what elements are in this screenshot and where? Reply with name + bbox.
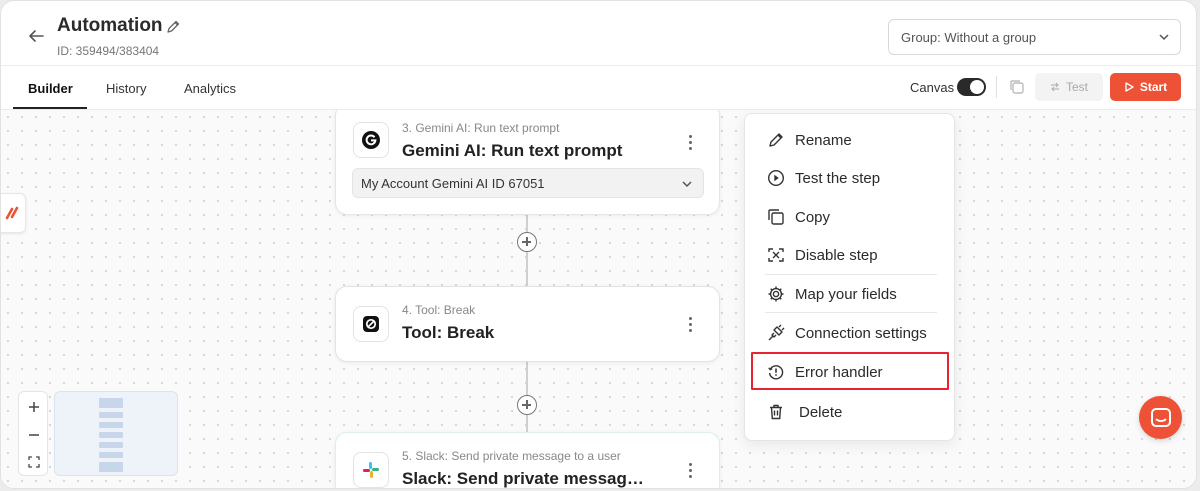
menu-item-label: Delete: [799, 403, 843, 421]
edit-title-icon[interactable]: [165, 19, 181, 35]
plus-icon: [29, 402, 39, 412]
swap-icon: [1050, 82, 1059, 92]
fit-view-icon: [28, 456, 40, 468]
zoom-controls: [18, 391, 48, 476]
minimap-node: [99, 462, 123, 472]
minimap-node: [99, 442, 123, 448]
menu-divider: [765, 312, 937, 313]
toggle-knob: [970, 80, 984, 94]
tab-analytics[interactable]: Analytics: [184, 81, 236, 96]
group-select-value: Group: Without a group: [901, 30, 1037, 45]
menu-item-error-handler[interactable]: Error handler: [767, 359, 883, 385]
step-context-menu: Rename Test the step Copy Disable step M…: [744, 113, 955, 441]
chevron-down-icon: [682, 181, 692, 188]
menu-item-label: Test the step: [795, 169, 881, 187]
header-divider: [1, 65, 1196, 66]
canvas-toggle[interactable]: [957, 78, 986, 96]
step-card-gemini[interactable]: 3. Gemini AI: Run text prompt Gemini AI:…: [335, 110, 720, 215]
account-select-value: My Account Gemini AI ID 67051: [361, 176, 545, 191]
automation-id: ID: 359494/383404: [57, 44, 160, 58]
workflow-canvas[interactable]: 3. Gemini AI: Run text prompt Gemini AI:…: [1, 110, 1196, 488]
menu-item-label: Copy: [795, 208, 831, 226]
pencil-icon: [769, 133, 783, 147]
minimap-node: [99, 452, 123, 458]
slack-icon: [353, 452, 389, 488]
break-icon: [353, 306, 389, 342]
minimap-node: [99, 412, 123, 418]
account-select[interactable]: My Account Gemini AI ID 67051: [352, 168, 704, 198]
step-title: Gemini AI: Run text prompt: [402, 141, 623, 160]
menu-item-map-fields[interactable]: Map your fields: [767, 281, 897, 307]
step-title: Slack: Send private messag…: [402, 469, 644, 488]
group-select[interactable]: Group: Without a group: [888, 19, 1181, 55]
fit-view-button[interactable]: [19, 449, 49, 475]
plug-icon: [768, 324, 785, 341]
copy-icon[interactable]: [1008, 78, 1026, 96]
menu-item-label: Map your fields: [795, 285, 897, 303]
menu-item-rename[interactable]: Rename: [767, 127, 852, 153]
side-panel-handle[interactable]: [1, 193, 26, 233]
play-icon: [1125, 82, 1134, 92]
canvas-label: Canvas: [910, 80, 955, 95]
menu-item-copy[interactable]: Copy: [767, 204, 830, 230]
step-label: 4. Tool: Break: [402, 303, 476, 317]
test-button-label: Test: [1065, 80, 1088, 94]
menu-divider: [765, 274, 937, 275]
chat-icon: [1150, 407, 1171, 427]
menu-item-connection-settings[interactable]: Connection settings: [767, 320, 927, 346]
menu-item-label: Disable step: [795, 246, 878, 264]
menu-item-delete[interactable]: Delete: [767, 399, 842, 425]
zoom-in-button[interactable]: [19, 394, 49, 420]
test-button[interactable]: Test: [1035, 73, 1103, 101]
menu-item-label: Rename: [795, 131, 852, 149]
step-menu-icon[interactable]: [689, 317, 693, 333]
error-handler-icon: [768, 365, 784, 380]
start-button-label: Start: [1139, 80, 1168, 94]
gear-icon: [768, 286, 784, 302]
menu-item-label: Error handler: [795, 363, 883, 381]
minimap-node: [99, 398, 123, 408]
step-menu-icon[interactable]: [689, 135, 693, 151]
tab-history[interactable]: History: [106, 81, 146, 96]
trash-icon: [770, 404, 782, 420]
minimap-node: [99, 422, 123, 428]
step-label: 5. Slack: Send private message to a user: [402, 449, 621, 463]
page-title: Automation: [57, 15, 163, 36]
tab-builder[interactable]: Builder: [28, 81, 73, 96]
minus-icon: [29, 434, 39, 436]
toolbar-divider: [996, 76, 997, 98]
step-card-slack[interactable]: 5. Slack: Send private message to a user…: [335, 432, 720, 488]
step-card-break[interactable]: 4. Tool: Break Tool: Break: [335, 286, 720, 362]
copy-icon: [768, 209, 784, 225]
app-window: Automation ID: 359494/383404 Group: With…: [0, 0, 1197, 489]
brand-logo-icon: [5, 206, 19, 220]
play-circle-icon: [767, 169, 785, 187]
start-button[interactable]: Start: [1110, 73, 1181, 101]
step-label: 3. Gemini AI: Run text prompt: [402, 121, 560, 135]
disable-icon: [768, 248, 784, 262]
chevron-down-icon: [1159, 34, 1169, 41]
menu-item-test-step[interactable]: Test the step: [767, 165, 880, 191]
zoom-out-button[interactable]: [19, 422, 49, 448]
menu-item-disable-step[interactable]: Disable step: [767, 242, 878, 268]
minimap-node: [99, 432, 123, 438]
support-chat-button[interactable]: [1139, 396, 1182, 439]
gemini-icon: [353, 122, 389, 158]
step-menu-icon[interactable]: [689, 463, 693, 479]
step-title: Tool: Break: [402, 323, 495, 342]
add-step-button[interactable]: [517, 395, 537, 415]
add-step-button[interactable]: [517, 232, 537, 252]
menu-item-label: Connection settings: [795, 324, 927, 342]
back-arrow-icon[interactable]: [27, 27, 45, 45]
minimap[interactable]: [54, 391, 178, 476]
